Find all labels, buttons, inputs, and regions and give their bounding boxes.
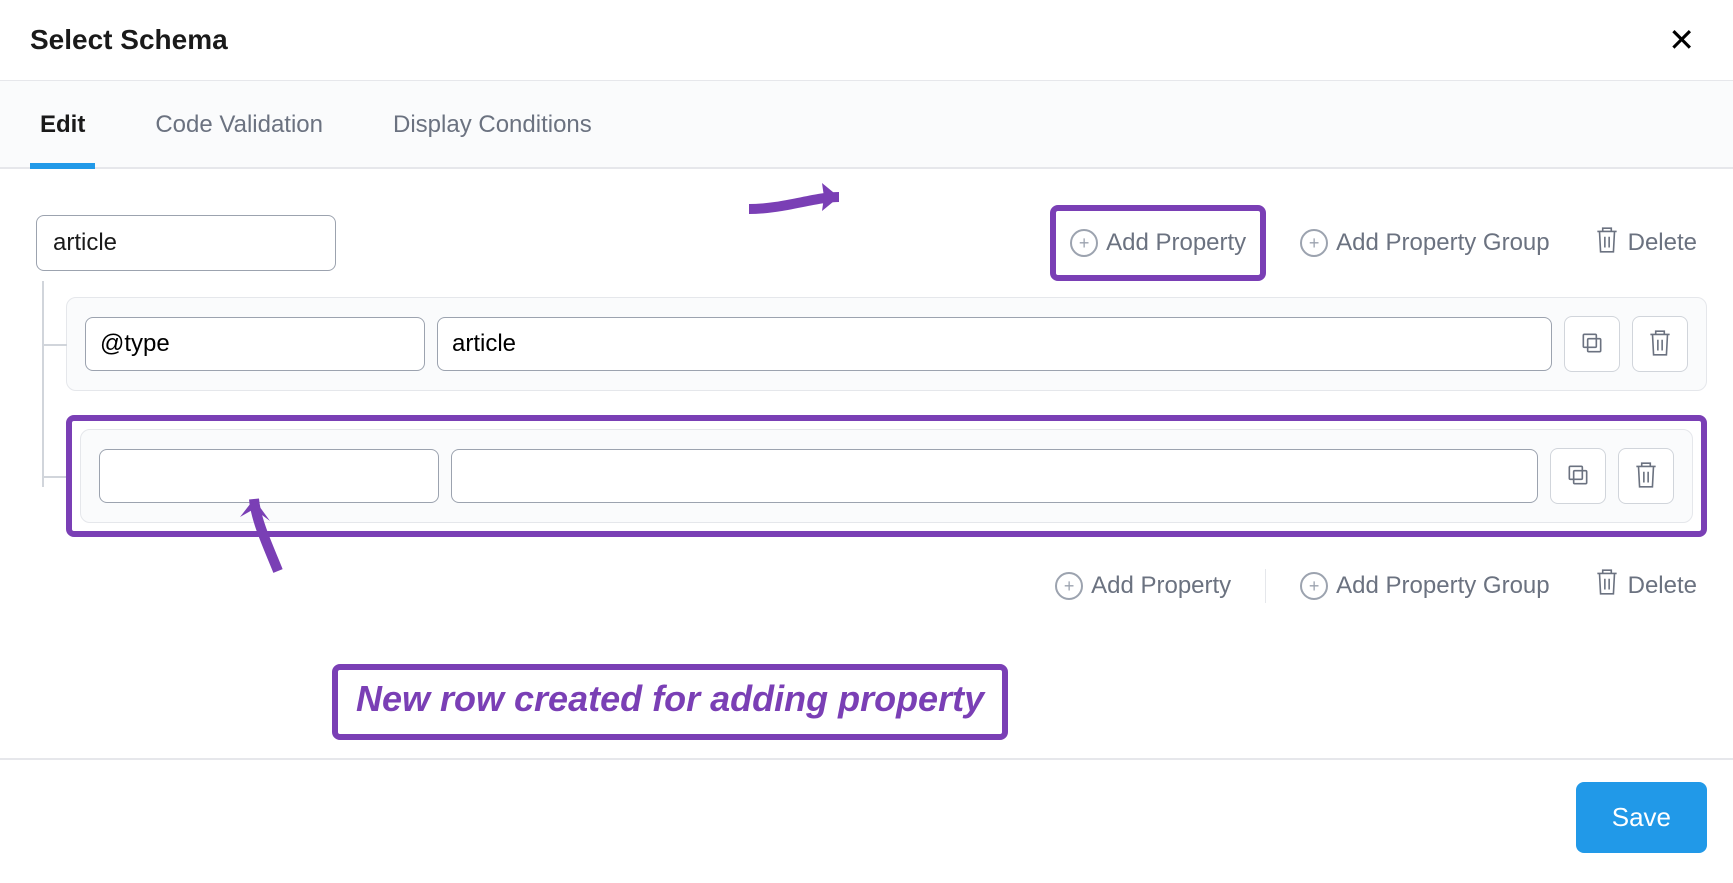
copy-icon [1565, 462, 1591, 491]
vertical-divider [1265, 569, 1266, 603]
delete-button-lower[interactable]: Delete [1584, 555, 1707, 616]
delete-button[interactable]: Delete [1584, 213, 1707, 274]
copy-icon [1579, 330, 1605, 359]
add-property-label: Add Property [1091, 572, 1231, 600]
copy-row-button[interactable] [1564, 316, 1620, 372]
trash-icon [1594, 567, 1620, 604]
schema-root-input[interactable] [36, 215, 336, 271]
property-row [80, 429, 1693, 523]
plus-icon: + [1300, 572, 1328, 600]
property-key-input[interactable] [85, 317, 425, 371]
add-property-label: Add Property [1106, 229, 1246, 257]
add-property-group-label: Add Property Group [1336, 229, 1549, 257]
tree-line [42, 281, 44, 487]
close-button[interactable]: ✕ [1660, 20, 1703, 60]
tab-display-conditions[interactable]: Display Conditions [383, 83, 602, 169]
delete-label: Delete [1628, 229, 1697, 257]
add-property-group-button[interactable]: + Add Property Group [1290, 217, 1559, 269]
property-row [66, 297, 1707, 391]
delete-label: Delete [1628, 572, 1697, 600]
delete-row-button[interactable] [1632, 316, 1688, 372]
trash-icon [1647, 328, 1673, 361]
plus-icon: + [1300, 229, 1328, 257]
add-property-group-button-lower[interactable]: + Add Property Group [1290, 555, 1559, 616]
trash-icon [1633, 460, 1659, 493]
annotation-text: New row created for adding property [356, 678, 984, 719]
plus-icon: + [1055, 572, 1083, 600]
add-property-button[interactable]: + Add Property [1060, 217, 1256, 269]
property-value-input[interactable] [437, 317, 1552, 371]
add-property-button-lower[interactable]: + Add Property [1045, 555, 1241, 616]
copy-row-button[interactable] [1550, 448, 1606, 504]
add-property-group-label: Add Property Group [1336, 572, 1549, 600]
trash-icon [1594, 225, 1620, 262]
delete-row-button[interactable] [1618, 448, 1674, 504]
tab-edit[interactable]: Edit [30, 83, 95, 169]
annotation-arrow-top [744, 167, 864, 227]
modal-title: Select Schema [30, 24, 228, 56]
annotation-arrow-bottom [230, 481, 320, 581]
close-icon: ✕ [1668, 22, 1695, 58]
tab-code-validation[interactable]: Code Validation [145, 83, 333, 169]
save-button[interactable]: Save [1576, 782, 1707, 853]
highlighted-add-property: + Add Property [1050, 205, 1266, 281]
annotation-new-row-box: New row created for adding property [332, 664, 1008, 740]
property-value-input[interactable] [451, 449, 1538, 503]
plus-icon: + [1070, 229, 1098, 257]
